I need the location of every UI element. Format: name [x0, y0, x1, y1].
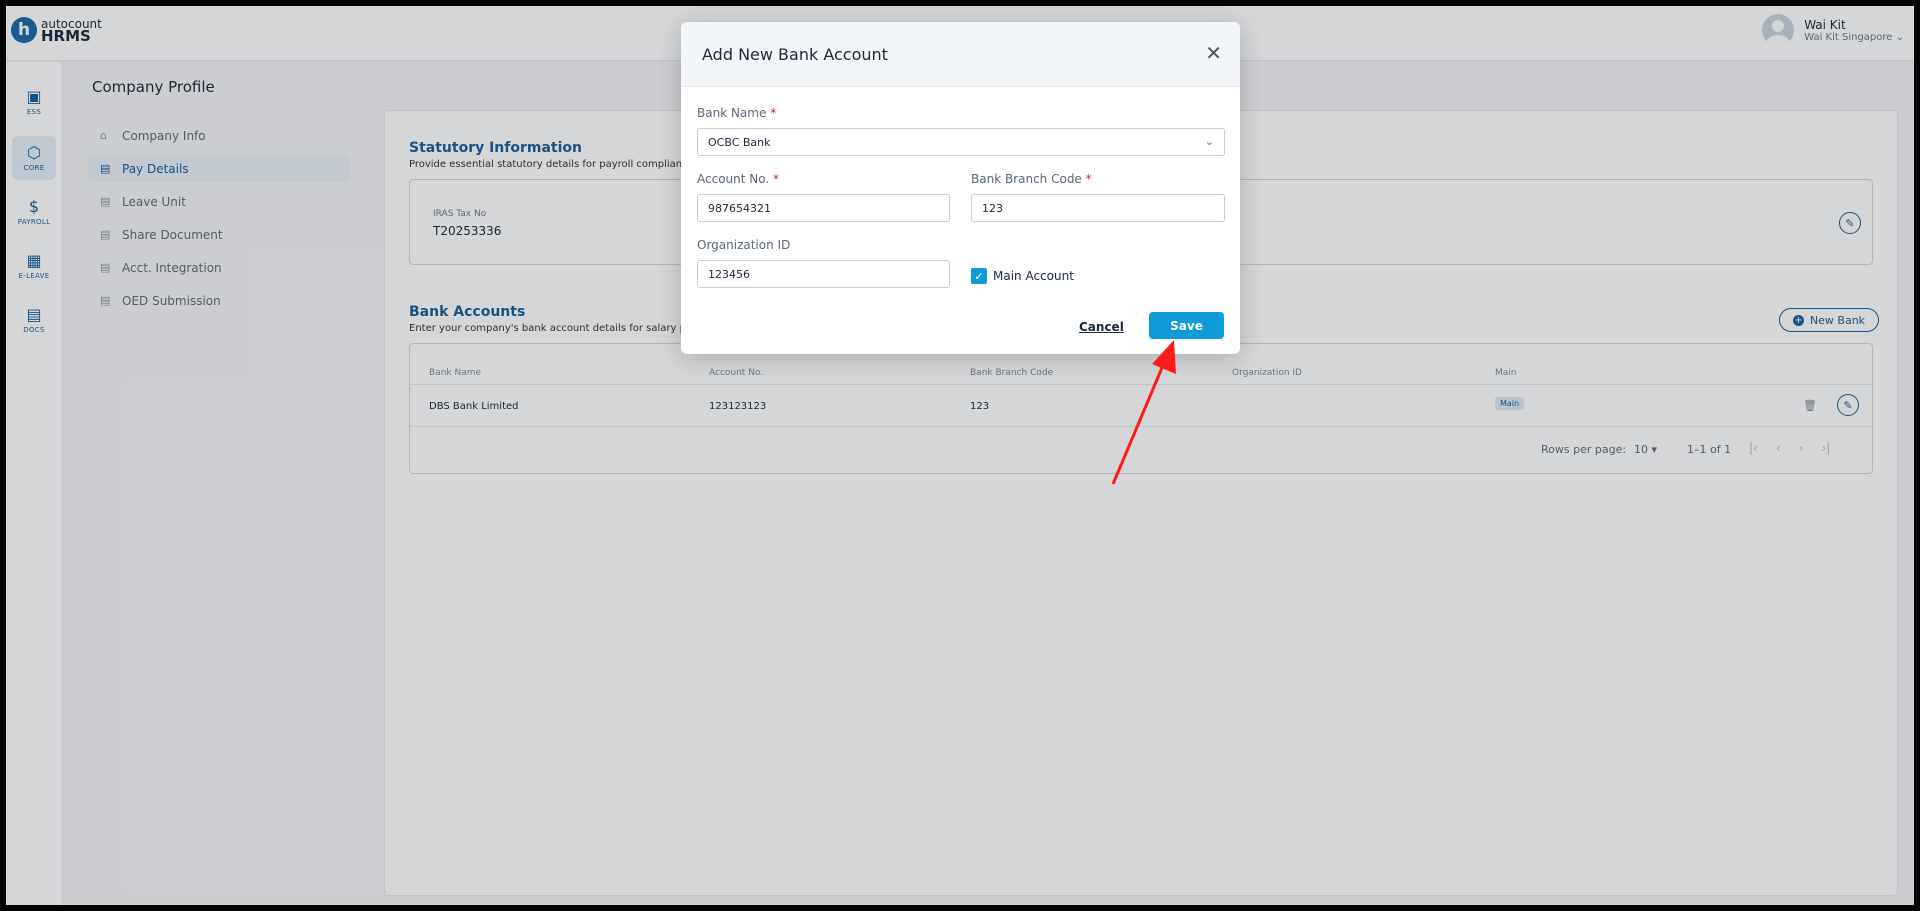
main-account-checkbox[interactable]: ✓ — [971, 268, 987, 284]
close-button[interactable]: ✕ — [1205, 43, 1222, 63]
close-icon: ✕ — [1205, 41, 1222, 65]
branch-code-label: Bank Branch Code * — [971, 172, 1092, 186]
add-bank-account-modal: Add New Bank Account ✕ Bank Name * OCBC … — [681, 22, 1240, 354]
chevron-down-icon: ⌄ — [1204, 135, 1214, 148]
account-no-label: Account No. * — [697, 172, 780, 186]
app-frame: h autocount HRMS Wai Kit Wai Kit Singapo… — [6, 6, 1914, 905]
save-button[interactable]: Save — [1149, 312, 1224, 339]
bank-name-label: Bank Name * — [697, 106, 777, 120]
modal-header: Add New Bank Account ✕ — [681, 22, 1240, 87]
bank-name-select[interactable]: OCBC Bank ⌄ — [697, 128, 1225, 156]
branch-code-field[interactable]: 123 — [971, 194, 1225, 222]
modal-title: Add New Bank Account — [702, 45, 888, 64]
main-account-label[interactable]: Main Account — [993, 269, 1074, 283]
check-icon: ✓ — [974, 269, 984, 283]
org-id-label: Organization ID — [697, 238, 791, 252]
cancel-button[interactable]: Cancel — [1079, 320, 1124, 334]
org-id-field[interactable]: 123456 — [697, 260, 950, 288]
account-no-field[interactable]: 987654321 — [697, 194, 950, 222]
